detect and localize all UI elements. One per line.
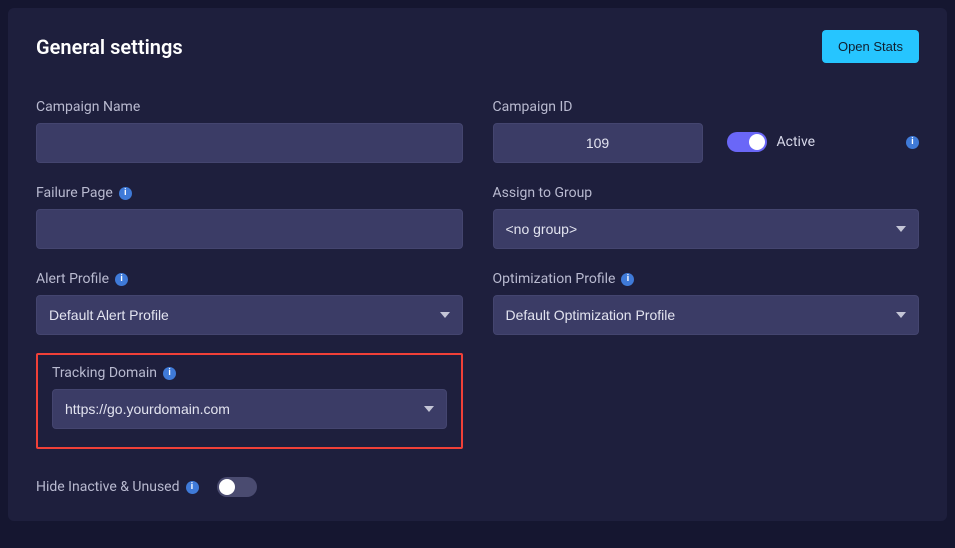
label-text: Tracking Domain: [52, 365, 157, 381]
label-hide-inactive: Hide Inactive & Unused i: [36, 479, 199, 495]
label-tracking-domain: Tracking Domain i: [52, 365, 447, 381]
label-text: Assign to Group: [493, 185, 593, 201]
campaign-name-input[interactable]: [36, 123, 463, 163]
tracking-domain-highlight: Tracking Domain i https://go.yourdomain.…: [36, 353, 463, 449]
field-failure-page: Failure Page i: [36, 185, 463, 249]
general-settings-panel: General settings Open Stats Campaign Nam…: [8, 8, 947, 521]
label-text: Campaign ID: [493, 99, 573, 115]
empty-cell: [493, 357, 920, 449]
info-icon[interactable]: i: [115, 273, 128, 286]
label-failure-page: Failure Page i: [36, 185, 463, 201]
label-campaign-name: Campaign Name: [36, 99, 463, 115]
info-icon[interactable]: i: [186, 481, 199, 494]
field-campaign-id: Campaign ID: [493, 99, 703, 163]
label-text: Optimization Profile: [493, 271, 616, 287]
field-tracking-domain: Tracking Domain i https://go.yourdomain.…: [52, 365, 447, 429]
field-assign-group: Assign to Group <no group>: [493, 185, 920, 249]
active-label: Active: [777, 134, 816, 150]
label-text: Failure Page: [36, 185, 113, 201]
field-campaign-id-row: Campaign ID Active i: [493, 99, 920, 163]
panel-header: General settings Open Stats: [36, 30, 919, 63]
active-toggle-wrap: Active: [727, 132, 816, 152]
form-grid: Campaign Name Campaign ID Active i: [36, 99, 919, 497]
alert-profile-select[interactable]: Default Alert Profile: [36, 295, 463, 335]
hide-inactive-toggle[interactable]: [217, 477, 257, 497]
info-icon[interactable]: i: [906, 136, 919, 149]
active-toggle[interactable]: [727, 132, 767, 152]
label-text: Campaign Name: [36, 99, 140, 115]
label-text: Alert Profile: [36, 271, 109, 287]
label-campaign-id: Campaign ID: [493, 99, 703, 115]
assign-group-select[interactable]: <no group>: [493, 209, 920, 249]
optimization-profile-select[interactable]: Default Optimization Profile: [493, 295, 920, 335]
toggle-knob: [749, 134, 765, 150]
field-alert-profile: Alert Profile i Default Alert Profile: [36, 271, 463, 335]
label-text: Hide Inactive & Unused: [36, 479, 180, 495]
label-optimization-profile: Optimization Profile i: [493, 271, 920, 287]
info-icon[interactable]: i: [119, 187, 132, 200]
campaign-id-input[interactable]: [493, 123, 703, 163]
hide-inactive-row: Hide Inactive & Unused i: [36, 477, 919, 497]
toggle-knob: [219, 479, 235, 495]
info-icon[interactable]: i: [163, 367, 176, 380]
open-stats-button[interactable]: Open Stats: [822, 30, 919, 63]
failure-page-input[interactable]: [36, 209, 463, 249]
field-campaign-name: Campaign Name: [36, 99, 463, 163]
page-title: General settings: [36, 35, 183, 59]
label-assign-group: Assign to Group: [493, 185, 920, 201]
tracking-domain-select[interactable]: https://go.yourdomain.com: [52, 389, 447, 429]
info-icon[interactable]: i: [621, 273, 634, 286]
field-optimization-profile: Optimization Profile i Default Optimizat…: [493, 271, 920, 335]
label-alert-profile: Alert Profile i: [36, 271, 463, 287]
